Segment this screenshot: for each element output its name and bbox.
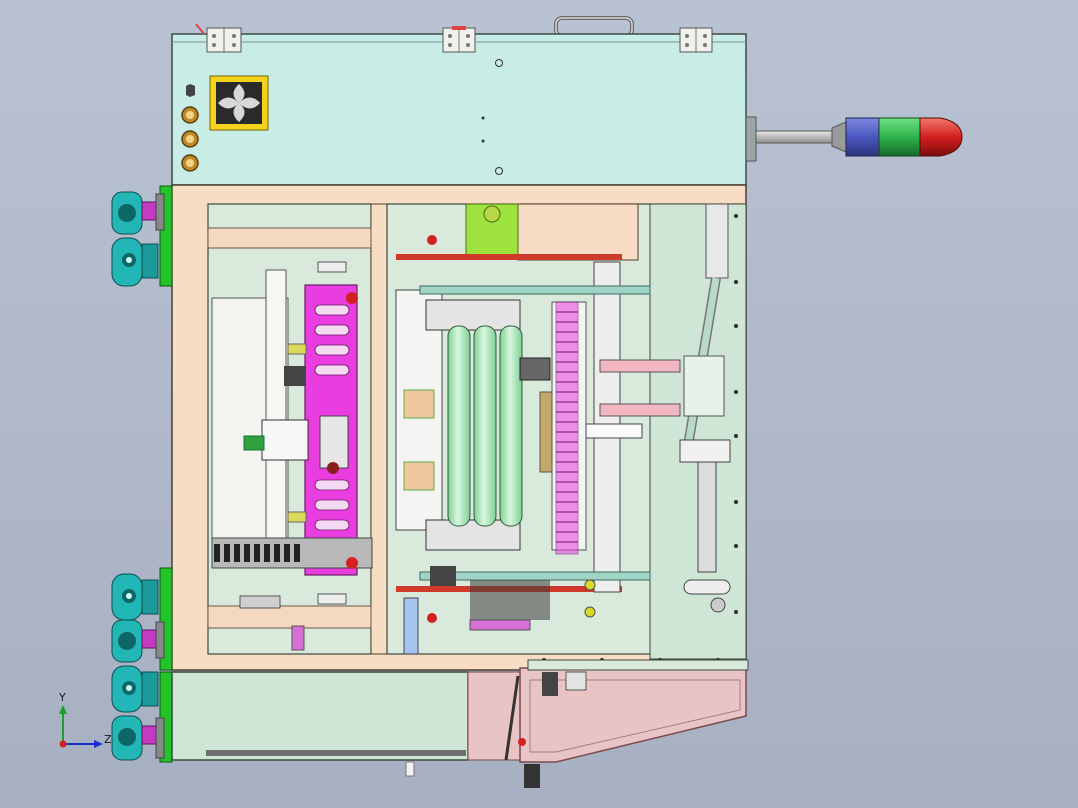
upper-cabinet [171,23,747,186]
bottom-section [171,659,749,788]
side-rail [159,185,173,763]
hinge-icon [442,27,476,53]
signal-tower-icon[interactable] [745,116,963,162]
y-axis-label: Y [58,691,66,704]
vent-grille-icon [209,75,269,131]
caster-wheel-icon [111,191,165,761]
hinge-icon [679,27,713,53]
hinge-icon [206,27,242,53]
pink-comb [555,301,579,555]
coordinate-triad: Y Z [58,691,112,748]
z-axis-label: Z [104,733,112,746]
cad-viewport[interactable]: Y Z [0,0,1078,808]
